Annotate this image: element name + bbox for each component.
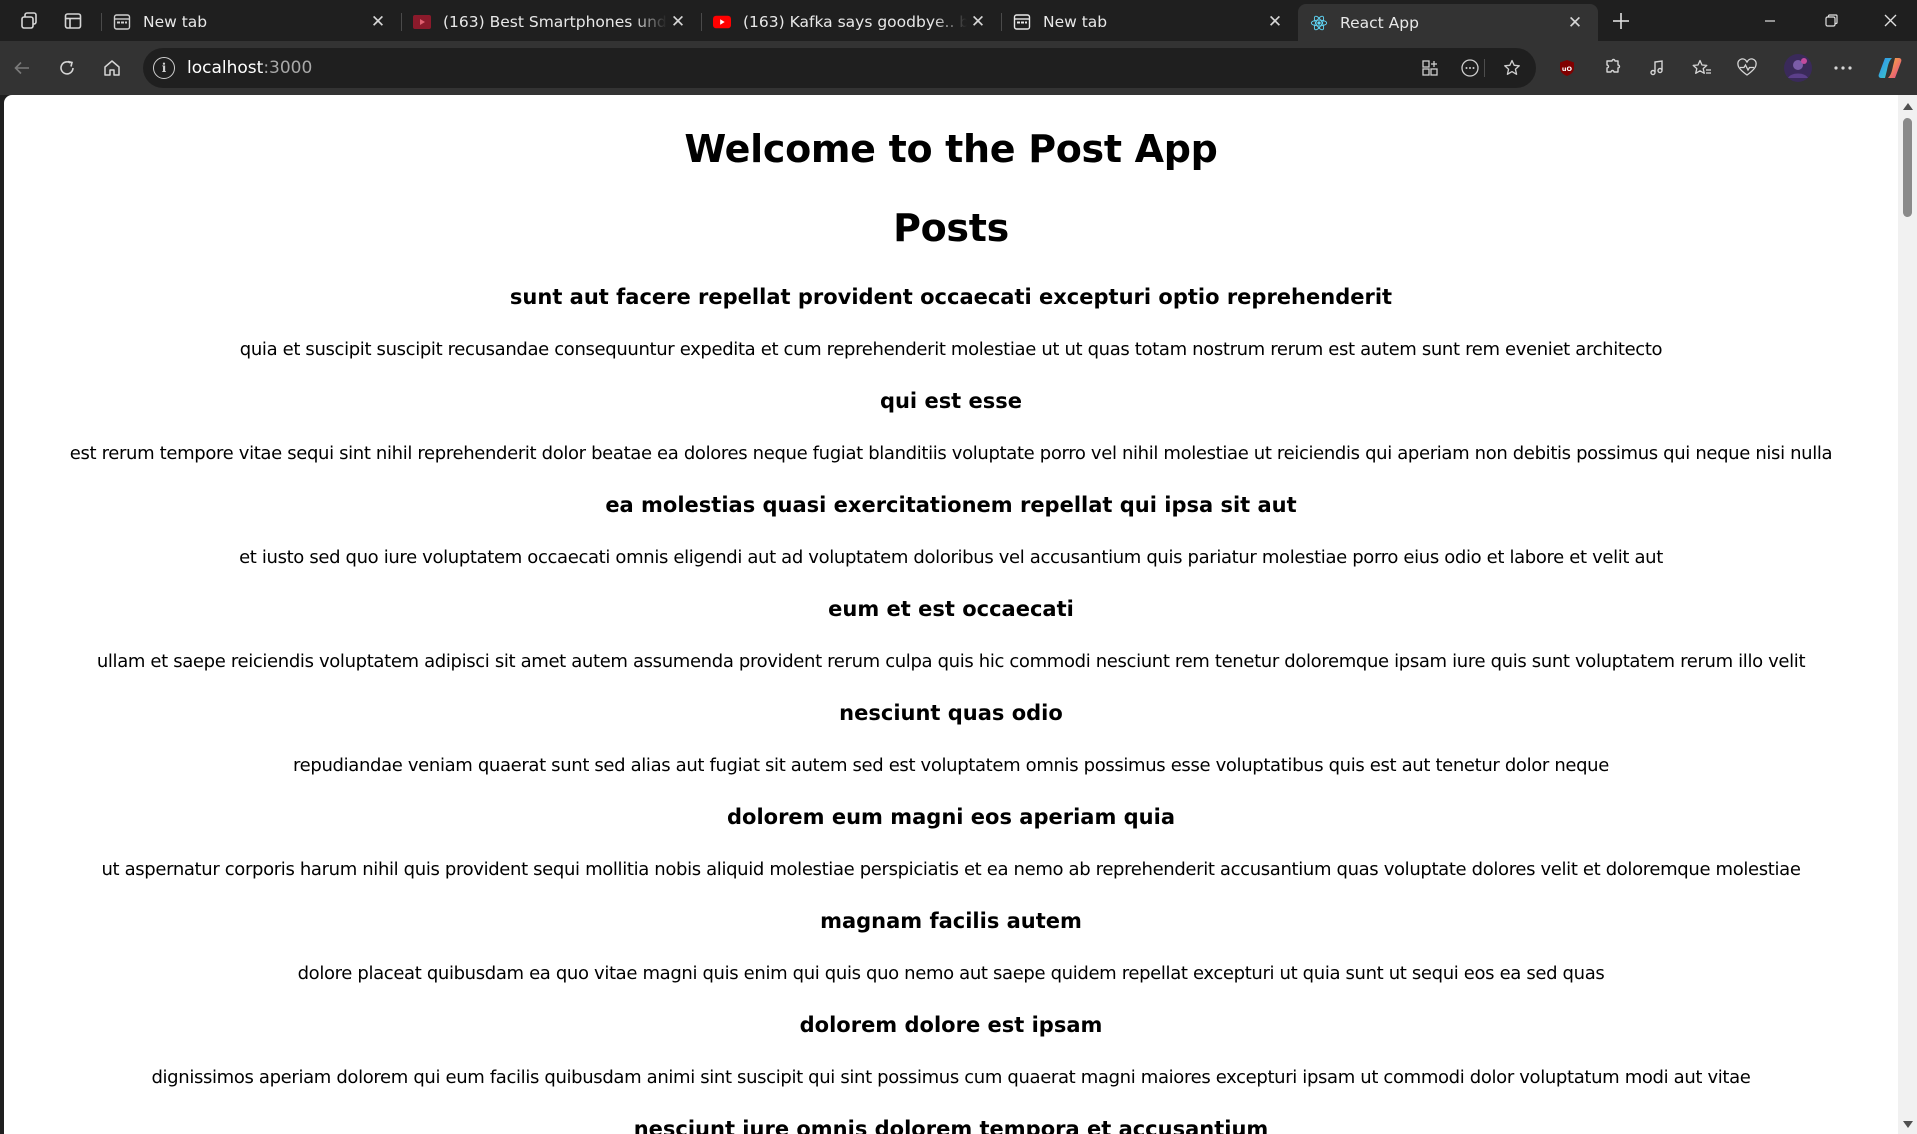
scroll-up-arrow-icon[interactable] [1903, 103, 1913, 110]
youtube-icon [713, 13, 731, 31]
restore-icon[interactable] [1802, 0, 1860, 41]
tab-title: New tab [1043, 12, 1108, 31]
tab-title: (163) Kafka says goodbye.. but the [743, 12, 967, 31]
browser-toolbar: i localhost:3000 uO [0, 41, 1917, 95]
home-icon[interactable] [98, 54, 126, 82]
tab-title: (163) Best Smartphones under Rs [443, 12, 667, 31]
post-body: repudiandae veniam quaerat sunt sed alia… [293, 755, 1609, 776]
post-item: qui est esse est rerum tempore vitae seq… [4, 388, 1898, 466]
post-body: quia et suscipit suscipit recusandae con… [239, 339, 1663, 360]
close-tab-icon[interactable]: ✕ [667, 11, 689, 33]
copilot-icon[interactable] [1876, 54, 1904, 82]
url-text[interactable]: localhost:3000 [187, 58, 312, 78]
url-host: localhost [187, 58, 264, 78]
post-item: magnam facilis autem dolore placeat quib… [4, 908, 1898, 986]
post-title: ea molestias quasi exercitationem repell… [605, 493, 1297, 517]
read-aloud-icon[interactable] [1458, 56, 1482, 80]
close-tab-icon[interactable]: ✕ [1564, 12, 1586, 34]
post-item: eum et est occaecati ullam et saepe reic… [4, 596, 1898, 674]
scrollbar-thumb[interactable] [1903, 118, 1912, 217]
page-viewport: Welcome to the Post App Posts sunt aut f… [4, 95, 1898, 1134]
close-tab-icon[interactable]: ✕ [1264, 11, 1286, 33]
tab-smartphones-video[interactable]: (163) Best Smartphones under Rs ✕ [401, 4, 701, 39]
post-item: sunt aut facere repellat provident occae… [4, 284, 1898, 362]
url-port: :3000 [263, 58, 313, 78]
post-title: dolorem eum magni eos aperiam quia [726, 805, 1175, 829]
tab-react-app[interactable]: React App ✕ [1298, 4, 1598, 41]
media-control-icon[interactable] [1643, 54, 1671, 82]
tab-new-tab-2[interactable]: New tab ✕ [1001, 4, 1298, 39]
tab-actions-icon[interactable] [51, 0, 95, 41]
address-divider [1484, 59, 1485, 77]
posts-heading: Posts [893, 206, 1009, 250]
close-tab-icon[interactable]: ✕ [967, 11, 989, 33]
favorite-star-icon[interactable] [1500, 56, 1524, 80]
page-title: Welcome to the Post App [684, 127, 1218, 171]
post-title: nesciunt iure omnis dolorem tempora et a… [633, 1117, 1269, 1134]
profile-avatar[interactable] [1782, 52, 1814, 84]
post-item: ea molestias quasi exercitationem repell… [4, 492, 1898, 570]
post-title: qui est esse [879, 389, 1023, 413]
post-title: sunt aut facere repellat provident occae… [509, 285, 1393, 309]
minimize-icon[interactable] [1741, 0, 1799, 41]
refresh-icon[interactable] [53, 54, 81, 82]
post-item: nesciunt quas odio repudiandae veniam qu… [4, 700, 1898, 778]
react-icon [1310, 14, 1328, 32]
posts-list: sunt aut facere repellat provident occae… [4, 284, 1898, 1134]
post-title: nesciunt quas odio [839, 701, 1063, 725]
post-body: est rerum tempore vitae sequi sint nihil… [69, 443, 1833, 464]
post-item: dolorem dolore est ipsam dignissimos ape… [4, 1012, 1898, 1090]
tab-title: New tab [143, 12, 208, 31]
close-tab-icon[interactable]: ✕ [367, 11, 389, 33]
post-item: nesciunt iure omnis dolorem tempora et a… [4, 1116, 1898, 1134]
post-body: ullam et saepe reiciendis voluptatem adi… [96, 651, 1806, 672]
newtab-page-icon [113, 13, 131, 31]
youtube-icon [413, 13, 431, 31]
vertical-scrollbar[interactable] [1898, 95, 1917, 1134]
app-available-icon[interactable] [1418, 56, 1442, 80]
tab-strip: New tab ✕ (163) Best Smartphones under R… [0, 0, 1917, 41]
close-window-icon[interactable] [1861, 0, 1917, 41]
post-body: dolore placeat quibusdam ea quo vitae ma… [297, 963, 1605, 984]
workspaces-icon[interactable] [7, 0, 51, 41]
scroll-down-arrow-icon[interactable] [1903, 1121, 1913, 1128]
new-tab-button[interactable] [1604, 4, 1638, 38]
post-title: magnam facilis autem [820, 909, 1082, 933]
post-title: dolorem dolore est ipsam [799, 1013, 1103, 1037]
post-body: et iusto sed quo iure voluptatem occaeca… [239, 547, 1663, 568]
svg-text:uO: uO [1562, 65, 1573, 73]
post-body: dignissimos aperiam dolorem qui eum faci… [151, 1067, 1751, 1088]
newtab-page-icon [1013, 13, 1031, 31]
tab-kafka-video[interactable]: (163) Kafka says goodbye.. but the ✕ [701, 4, 1001, 39]
back-icon[interactable] [8, 54, 36, 82]
tab-title: React App [1340, 13, 1419, 32]
address-bar[interactable]: i localhost:3000 [143, 48, 1536, 88]
post-body: ut aspernatur corporis harum nihil quis … [101, 859, 1801, 880]
more-options-icon[interactable] [1829, 54, 1857, 82]
post-item: dolorem eum magni eos aperiam quia ut as… [4, 804, 1898, 882]
favorites-icon[interactable] [1688, 54, 1716, 82]
ublock-origin-icon[interactable]: uO [1553, 54, 1581, 82]
browser-essentials-icon[interactable] [1733, 54, 1761, 82]
site-info-icon[interactable]: i [153, 57, 175, 79]
page-content: Welcome to the Post App Posts sunt aut f… [4, 127, 1898, 1134]
tab-new-tab-1[interactable]: New tab ✕ [101, 4, 401, 39]
extensions-icon[interactable] [1598, 54, 1626, 82]
post-title: eum et est occaecati [828, 597, 1074, 621]
